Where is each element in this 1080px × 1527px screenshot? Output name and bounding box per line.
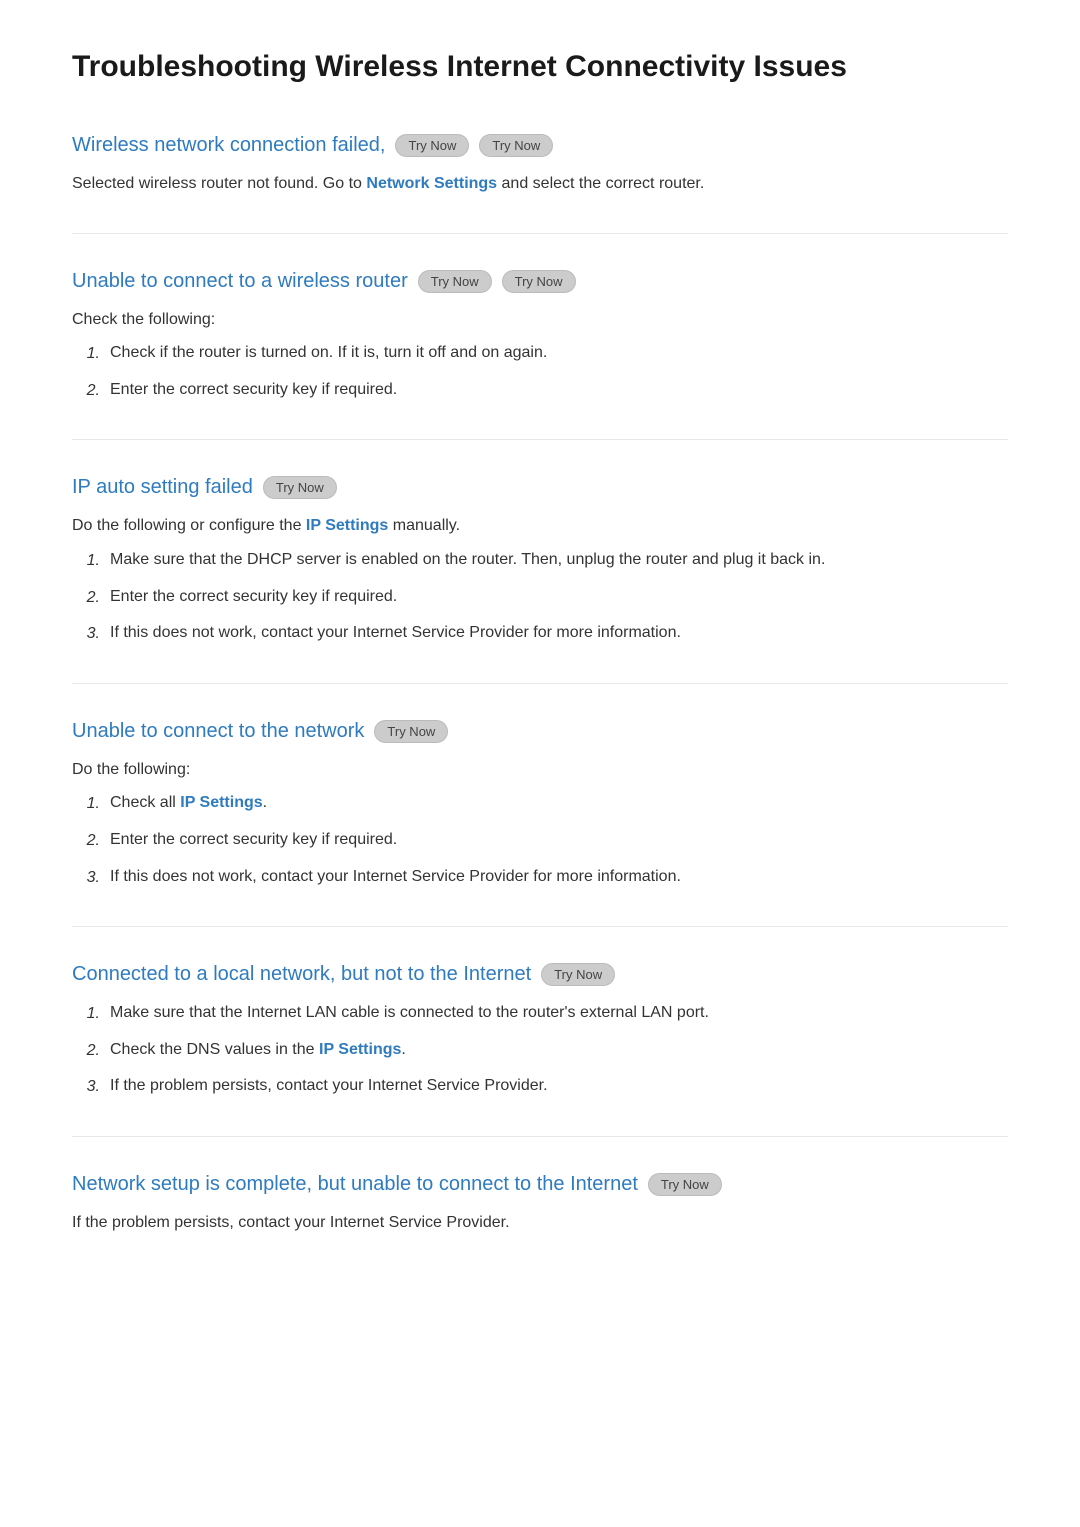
try-now-button-3a[interactable]: Try Now — [263, 476, 337, 499]
list-number: 2. — [72, 585, 100, 611]
try-now-button-2b[interactable]: Try Now — [502, 270, 576, 293]
list-item-text: Check all IP Settings. — [110, 790, 1008, 816]
try-now-button-1a[interactable]: Try Now — [395, 134, 469, 157]
list-number: 3. — [72, 865, 100, 891]
divider-2 — [72, 439, 1008, 440]
list-item-text: If this does not work, contact your Inte… — [110, 864, 1008, 890]
section-title: Wireless network connection failed, — [72, 134, 385, 157]
section-intro-text: Selected wireless router not found. Go t… — [72, 171, 1008, 197]
divider-4 — [72, 926, 1008, 927]
section-header: Unable to connect to a wireless router T… — [72, 270, 1008, 293]
list-item-text: Check the DNS values in the IP Settings. — [110, 1037, 1008, 1063]
section-body: Do the following: 1. Check all IP Settin… — [72, 757, 1008, 890]
section-title: IP auto setting failed — [72, 476, 253, 499]
try-now-button-1b[interactable]: Try Now — [479, 134, 553, 157]
try-now-button-5a[interactable]: Try Now — [541, 963, 615, 986]
section-body: Selected wireless router not found. Go t… — [72, 171, 1008, 197]
network-settings-link[interactable]: Network Settings — [366, 175, 497, 192]
section-header: IP auto setting failed Try Now — [72, 476, 1008, 499]
section-wireless-network-connection-failed: Wireless network connection failed, Try … — [72, 134, 1008, 197]
try-now-button-2a[interactable]: Try Now — [418, 270, 492, 293]
list-item: 2. Enter the correct security key if req… — [72, 377, 1008, 404]
section-connected-local-not-internet: Connected to a local network, but not to… — [72, 963, 1008, 1100]
list-item: 3. If this does not work, contact your I… — [72, 864, 1008, 891]
list-item-text: Enter the correct security key if requir… — [110, 584, 1008, 610]
try-now-button-4a[interactable]: Try Now — [374, 720, 448, 743]
list-item: 2. Enter the correct security key if req… — [72, 827, 1008, 854]
section-title: Connected to a local network, but not to… — [72, 963, 531, 986]
list-item: 1. Check if the router is turned on. If … — [72, 340, 1008, 367]
list-item: 1. Check all IP Settings. — [72, 790, 1008, 817]
list-item: 3. If the problem persists, contact your… — [72, 1073, 1008, 1100]
divider-1 — [72, 233, 1008, 234]
list-item: 1. Make sure that the DHCP server is ena… — [72, 547, 1008, 574]
section-unable-connect-wireless-router: Unable to connect to a wireless router T… — [72, 270, 1008, 404]
section-body: If the problem persists, contact your In… — [72, 1210, 1008, 1236]
ip-settings-link-4[interactable]: IP Settings — [180, 794, 262, 811]
divider-3 — [72, 683, 1008, 684]
list-number: 1. — [72, 1001, 100, 1027]
list-number: 1. — [72, 341, 100, 367]
ip-settings-link-3[interactable]: IP Settings — [306, 517, 388, 534]
section-unable-connect-network: Unable to connect to the network Try Now… — [72, 720, 1008, 890]
ip-settings-link-5[interactable]: IP Settings — [319, 1041, 401, 1058]
list-item-text: Check if the router is turned on. If it … — [110, 340, 1008, 366]
section-header: Connected to a local network, but not to… — [72, 963, 1008, 986]
list-item: 2. Enter the correct security key if req… — [72, 584, 1008, 611]
list-item: 3. If this does not work, contact your I… — [72, 620, 1008, 647]
section-list: 1. Check if the router is turned on. If … — [72, 340, 1008, 403]
section-intro-text: Do the following: — [72, 757, 1008, 783]
list-item-text: If this does not work, contact your Inte… — [110, 620, 1008, 646]
try-now-button-6a[interactable]: Try Now — [648, 1173, 722, 1196]
list-number: 2. — [72, 828, 100, 854]
section-body: Do the following or configure the IP Set… — [72, 513, 1008, 646]
section-title: Unable to connect to a wireless router — [72, 270, 408, 293]
section-list: 1. Check all IP Settings. 2. Enter the c… — [72, 790, 1008, 890]
list-item-text: If the problem persists, contact your In… — [110, 1073, 1008, 1099]
list-number: 3. — [72, 621, 100, 647]
section-body: Check the following: 1. Check if the rou… — [72, 307, 1008, 404]
section-ip-auto-setting-failed: IP auto setting failed Try Now Do the fo… — [72, 476, 1008, 646]
list-item: 2. Check the DNS values in the IP Settin… — [72, 1037, 1008, 1064]
list-item-text: Enter the correct security key if requir… — [110, 827, 1008, 853]
divider-5 — [72, 1136, 1008, 1137]
list-number: 2. — [72, 378, 100, 404]
section-list: 1. Make sure that the Internet LAN cable… — [72, 1000, 1008, 1100]
list-item-text: Make sure that the Internet LAN cable is… — [110, 1000, 1008, 1026]
section-network-setup-complete-no-internet: Network setup is complete, but unable to… — [72, 1173, 1008, 1236]
list-item-text: Enter the correct security key if requir… — [110, 377, 1008, 403]
section-title: Unable to connect to the network — [72, 720, 364, 743]
list-number: 1. — [72, 548, 100, 574]
section-intro-text: Check the following: — [72, 307, 1008, 333]
section-list: 1. Make sure that the DHCP server is ena… — [72, 547, 1008, 647]
section-header: Unable to connect to the network Try Now — [72, 720, 1008, 743]
list-number: 2. — [72, 1038, 100, 1064]
section-header: Wireless network connection failed, Try … — [72, 134, 1008, 157]
list-number: 3. — [72, 1074, 100, 1100]
list-item-text: Make sure that the DHCP server is enable… — [110, 547, 1008, 573]
page-title: Troubleshooting Wireless Internet Connec… — [72, 50, 1008, 94]
list-number: 1. — [72, 791, 100, 817]
section-body: 1. Make sure that the Internet LAN cable… — [72, 1000, 1008, 1100]
section-header: Network setup is complete, but unable to… — [72, 1173, 1008, 1196]
section-title: Network setup is complete, but unable to… — [72, 1173, 638, 1196]
section-intro-text: If the problem persists, contact your In… — [72, 1210, 1008, 1236]
list-item: 1. Make sure that the Internet LAN cable… — [72, 1000, 1008, 1027]
section-intro-text: Do the following or configure the IP Set… — [72, 513, 1008, 539]
